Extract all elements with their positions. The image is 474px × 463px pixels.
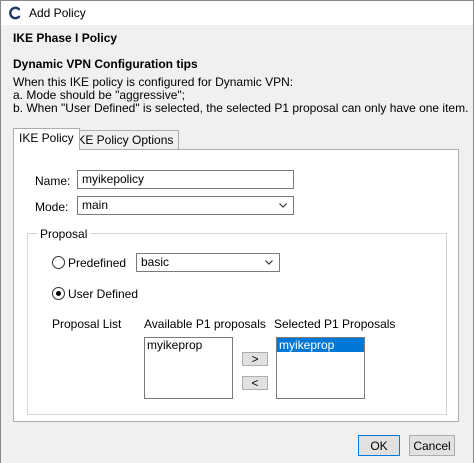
available-proposals-label: Available P1 proposals [144, 317, 266, 331]
proposal-list-label: Proposal List [52, 317, 122, 331]
user-defined-label[interactable]: User Defined [68, 287, 138, 301]
cancel-button[interactable]: Cancel [409, 435, 455, 456]
tip-line-3: b. When "User Defined" is selected, the … [13, 101, 469, 115]
tip-line-2: a. Mode should be "aggressive"; [13, 88, 185, 102]
predefined-select-value: basic [141, 255, 170, 269]
tips-title: Dynamic VPN Configuration tips [13, 57, 198, 71]
title-bar: Add Policy [1, 1, 473, 25]
proposal-legend: Proposal [37, 227, 91, 241]
list-item[interactable]: myikeprop [277, 338, 364, 352]
list-item[interactable]: myikeprop [145, 338, 232, 352]
mode-select[interactable]: main [77, 196, 294, 215]
window-title: Add Policy [29, 6, 86, 20]
add-proposal-button[interactable]: > [242, 352, 268, 366]
mode-select-value: main [82, 198, 109, 212]
selected-proposals-list[interactable]: myikeprop [276, 337, 365, 399]
ok-button[interactable]: OK [358, 435, 400, 456]
available-proposals-list[interactable]: myikeprop [144, 337, 233, 399]
section-title: IKE Phase I Policy [13, 31, 118, 45]
selected-proposals-label: Selected P1 Proposals [274, 317, 396, 331]
predefined-select[interactable]: basic [136, 253, 280, 272]
tab-ike-policy-options[interactable]: IKE Policy Options [68, 130, 180, 150]
add-policy-dialog: Add Policy IKE Phase I Policy Dynamic VP… [0, 0, 474, 463]
user-defined-radio[interactable] [52, 287, 65, 300]
name-field[interactable]: myikepolicy [77, 170, 294, 189]
button-bar [1, 425, 473, 463]
chevron-down-icon [265, 260, 273, 265]
app-logo-icon [9, 6, 21, 20]
mode-label: Mode: [35, 200, 69, 214]
name-label: Name: [35, 174, 71, 188]
chevron-down-icon [279, 203, 287, 208]
predefined-radio[interactable] [52, 256, 65, 269]
predefined-label[interactable]: Predefined [68, 256, 126, 270]
tip-line-1: When this IKE policy is configured for D… [13, 75, 294, 89]
remove-proposal-button[interactable]: < [242, 376, 268, 390]
tab-ike-policy[interactable]: IKE Policy [13, 128, 80, 150]
